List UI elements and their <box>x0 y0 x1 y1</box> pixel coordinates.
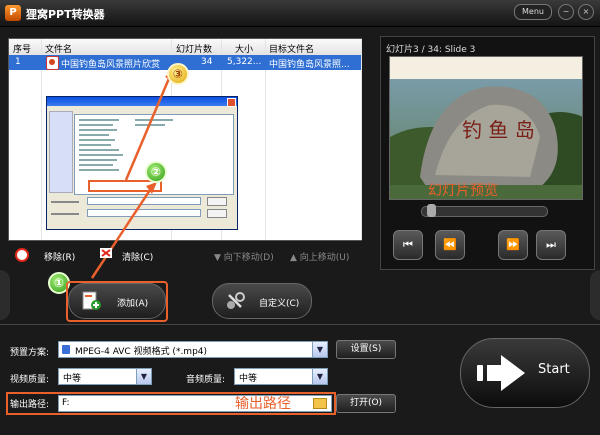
preview-annotation-label: 幻灯片预览 <box>428 183 498 199</box>
chevron-down-icon[interactable]: ▼ <box>312 369 327 384</box>
folder-icon[interactable] <box>313 398 327 409</box>
start-arrow-icon <box>477 355 525 391</box>
step-3-marker: ③ <box>167 63 189 85</box>
start-button[interactable] <box>460 338 590 408</box>
chevron-down-icon[interactable]: ▼ <box>312 342 327 357</box>
preset-label: 预置方案: <box>10 348 50 358</box>
video-format-icon <box>62 345 70 354</box>
video-quality-label: 视频质量: <box>10 375 50 385</box>
app-window: { "window": { "title": "狸窝PPT转换器", "menu… <box>0 0 600 435</box>
clear-button[interactable]: 清除(C) <box>122 250 153 263</box>
video-quality-select[interactable]: 中等 ▼ <box>58 368 152 385</box>
remove-button[interactable]: 移除(R) <box>44 250 75 263</box>
custom-button-label: 自定义(C) <box>259 299 300 309</box>
slide-caption: 幻灯片3 / 34: Slide 3 <box>386 45 476 55</box>
preset-select[interactable]: MPEG-4 AVC 视频格式 (*.mp4) ▼ <box>58 341 328 358</box>
step-2-marker: ② <box>145 161 167 183</box>
chevron-down-icon[interactable]: ▼ <box>136 369 151 384</box>
custom-button[interactable]: 自定义(C) <box>212 283 312 319</box>
video-quality-value: 中等 <box>63 374 82 384</box>
output-path-annotation: 输出路径 <box>235 396 291 412</box>
previous-slide-button[interactable]: ⏪ <box>435 230 465 260</box>
arrow-to-dialog <box>90 189 152 279</box>
open-button-label: 打开(O) <box>349 398 383 408</box>
last-slide-button[interactable]: ⏭ <box>536 230 566 260</box>
move-up-button[interactable]: ▲ 向上移动(U) <box>290 250 349 263</box>
move-down-label: 向下移动(D) <box>223 253 274 263</box>
clear-icon[interactable] <box>100 248 112 258</box>
output-path-label: 输出路径: <box>10 400 50 410</box>
settings-button[interactable]: 设置(S) <box>336 340 396 359</box>
remove-icon[interactable] <box>15 248 29 262</box>
preview-progress-slider[interactable] <box>421 206 548 217</box>
first-slide-button[interactable]: ⏮ <box>393 230 423 260</box>
audio-quality-value: 中等 <box>239 374 258 384</box>
divider <box>0 324 600 325</box>
slider-handle[interactable] <box>427 204 437 217</box>
slide-preview-image: 钓 鱼 岛 <box>389 56 583 200</box>
output-path-input[interactable]: F: 输出路径 <box>58 395 332 412</box>
settings-button-label: 设置(S) <box>350 344 382 354</box>
move-up-label: 向上移动(U) <box>299 253 350 263</box>
output-path-value: F: <box>62 398 70 408</box>
add-file-icon <box>82 291 101 310</box>
next-slide-button[interactable]: ⏩ <box>498 230 528 260</box>
add-button[interactable]: 添加(A) <box>68 283 166 319</box>
start-button-label: Start <box>538 362 570 377</box>
audio-quality-label: 音频质量: <box>186 375 226 385</box>
custom-tools-icon <box>227 292 245 309</box>
svg-text:钓 鱼 岛: 钓 鱼 岛 <box>462 118 535 142</box>
add-button-label: 添加(A) <box>117 299 149 309</box>
audio-quality-select[interactable]: 中等 ▼ <box>234 368 328 385</box>
open-folder-button[interactable]: 打开(O) <box>336 394 396 413</box>
preset-value: MPEG-4 AVC 视频格式 (*.mp4) <box>75 347 208 357</box>
move-down-button[interactable]: ▼ 向下移动(D) <box>214 250 274 263</box>
